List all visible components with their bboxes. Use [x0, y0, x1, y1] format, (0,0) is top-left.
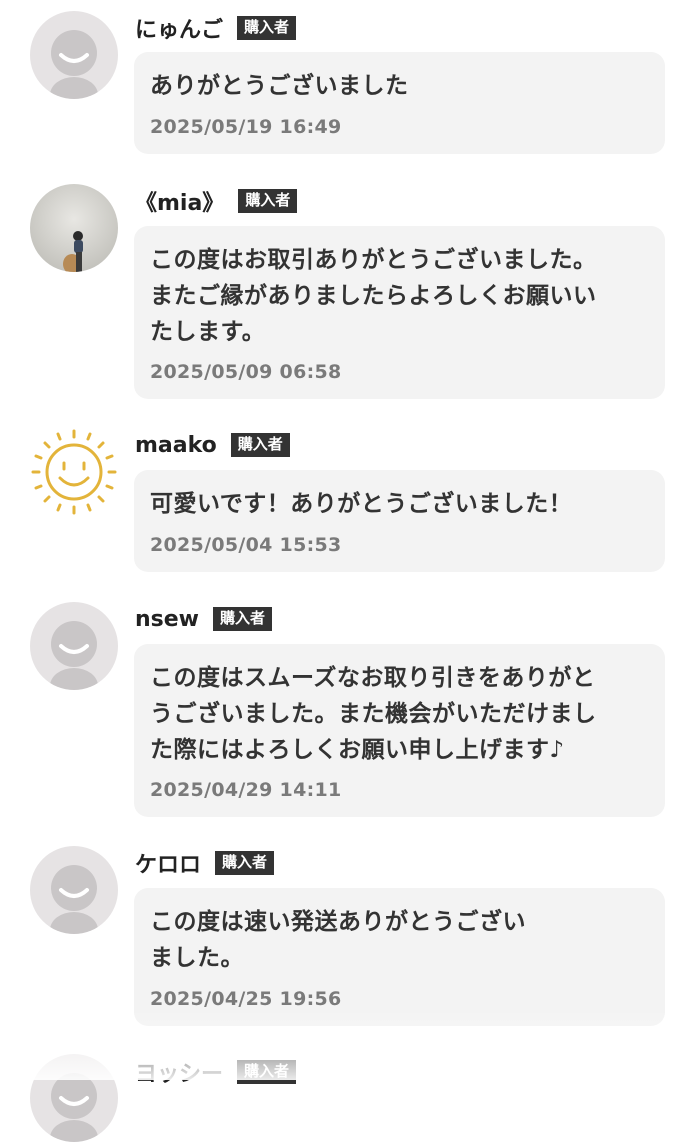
reviewer-name[interactable]: maako	[135, 433, 217, 458]
buyer-badge: 購入者	[238, 189, 298, 213]
buyer-badge: 購入者	[215, 851, 275, 875]
default-person-icon	[30, 11, 118, 99]
buyer-badge: 購入者	[213, 607, 273, 631]
reviewer-name[interactable]: nsew	[135, 607, 199, 632]
review-bubble: この度はお取引ありがとうございました。 またご縁がありましたらよろしくお願いい …	[134, 226, 665, 399]
review-date: 2025/05/09 06:58	[150, 361, 342, 383]
review-bubble: この度はスムーズなお取り引きをありがと うございました。また機会がいただけまし …	[134, 644, 665, 817]
avatar[interactable]	[30, 602, 118, 690]
smiley-sun-icon	[30, 428, 118, 516]
default-person-icon	[30, 602, 118, 690]
avatar[interactable]	[30, 184, 118, 272]
review-comment: 可愛いです！ありがとうございました！	[150, 491, 573, 517]
review-bubble: この度は速い発送ありがとうござい ました。 2025/04/25 19:56	[134, 888, 665, 1026]
review-comment: ありがとうございました	[150, 73, 409, 99]
buyer-badge: 購入者	[237, 16, 297, 40]
user-photo-icon	[30, 184, 118, 272]
review-comment: この度は速い発送ありがとうござい ました。	[150, 909, 526, 971]
review-date: 2025/05/19 16:49	[150, 116, 342, 138]
review-date: 2025/05/04 15:53	[150, 534, 342, 556]
review-comment: この度はスムーズなお取り引きをありがと うございました。また機会がいただけまし …	[150, 665, 597, 763]
review-date: 2025/04/25 19:56	[150, 988, 342, 1010]
review-bubble: 可愛いです！ありがとうございました！ 2025/05/04 15:53	[134, 470, 665, 572]
review-comment: この度はお取引ありがとうございました。 またご縁がありましたらよろしくお願いい …	[150, 247, 597, 345]
buyer-badge: 購入者	[237, 1060, 297, 1084]
avatar[interactable]	[30, 11, 118, 99]
avatar[interactable]	[30, 428, 118, 516]
review-bubble: ありがとうございました 2025/05/19 16:49	[134, 52, 665, 154]
buyer-badge: 購入者	[230, 433, 290, 457]
reviewer-name[interactable]: にゅんご	[135, 12, 223, 44]
avatar[interactable]	[30, 1054, 118, 1142]
avatar[interactable]	[30, 846, 118, 934]
default-person-icon	[30, 846, 118, 934]
default-person-icon	[30, 1054, 118, 1142]
review-date: 2025/04/29 14:11	[150, 779, 342, 801]
reviewer-name[interactable]: 《mia》	[135, 185, 224, 217]
reviewer-name[interactable]: ヨッシー	[135, 1056, 223, 1088]
reviewer-name[interactable]: ケロロ	[135, 847, 201, 879]
